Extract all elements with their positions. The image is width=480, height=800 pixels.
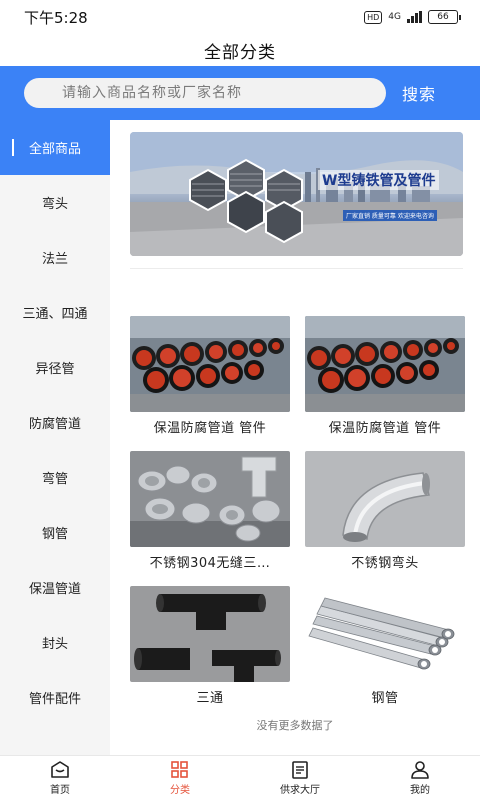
- bottom-tab-bar: 首页 分类 供求大厅 我的: [0, 755, 480, 800]
- sidebar-item-anticorrosion-pipe[interactable]: 防腐管道: [0, 395, 110, 450]
- status-indicators: HD 4G 66: [364, 10, 461, 24]
- title-bar: 全部分类: [0, 34, 480, 66]
- sidebar-item-label: 管件配件: [28, 692, 81, 707]
- battery-level: 66: [437, 12, 449, 22]
- main-content: W型铸铁管及管件 厂家直销 质量可靠 欢迎来电咨询 保温防腐管道 管件 保温防腐…: [110, 120, 480, 755]
- user-icon: [411, 760, 429, 779]
- no-more-data-text: 没有更多数据了: [256, 719, 334, 732]
- hd-badge: HD: [364, 10, 383, 24]
- sidebar-item-all-products[interactable]: 全部商品: [0, 120, 110, 175]
- search-button[interactable]: 搜索: [402, 81, 436, 105]
- document-icon: [292, 760, 308, 779]
- sidebar-item-steel-pipe[interactable]: 钢管: [0, 505, 110, 560]
- network-type: 4G: [388, 12, 401, 22]
- product-image: [305, 451, 465, 547]
- sidebar-item-label: 保温管道: [28, 582, 81, 597]
- sidebar-item-end-cap[interactable]: 封头: [0, 615, 110, 670]
- sidebar-item-reducer[interactable]: 异径管: [0, 340, 110, 395]
- tab-category[interactable]: 分类: [120, 756, 240, 800]
- product-card[interactable]: 钢管: [305, 586, 465, 714]
- sidebar-item-label: 弯管: [41, 472, 68, 487]
- sidebar-item-insulated-pipe[interactable]: 保温管道: [0, 560, 110, 615]
- sidebar-item-label: 全部商品: [28, 142, 81, 157]
- search-header: 搜索: [0, 66, 480, 120]
- sidebar-item-label: 三通、四通: [22, 307, 88, 322]
- search-input[interactable]: [24, 78, 386, 108]
- tab-label: 分类: [170, 784, 190, 796]
- tab-profile[interactable]: 我的: [360, 756, 480, 800]
- product-card[interactable]: 三通: [130, 586, 290, 714]
- banner-image: [130, 132, 463, 256]
- category-grid-icon: [171, 760, 188, 778]
- promo-banner[interactable]: W型铸铁管及管件 厂家直销 质量可靠 欢迎来电咨询: [130, 132, 463, 256]
- sidebar-item-label: 弯头: [41, 197, 68, 212]
- sidebar-item-label: 防腐管道: [28, 417, 81, 432]
- sidebar-item-label: 法兰: [41, 252, 68, 267]
- tab-label: 供求大厅: [280, 784, 320, 796]
- sidebar-item-elbow[interactable]: 弯头: [0, 175, 110, 230]
- product-name: 保温防腐管道 管件: [153, 420, 267, 436]
- sidebar-item-tee-cross[interactable]: 三通、四通: [0, 285, 110, 340]
- banner-title: W型铸铁管及管件: [318, 170, 440, 190]
- product-image: [305, 586, 465, 682]
- status-time: 下午5:28: [24, 8, 88, 27]
- banner-subtitle: 厂家直销 质量可靠 欢迎来电咨询: [343, 210, 437, 221]
- product-name: 不锈钢弯头: [351, 555, 419, 571]
- category-sidebar: 全部商品 弯头 法兰 三通、四通 异径管 防腐管道 弯管 钢管 保温管道 封头 …: [0, 120, 110, 755]
- product-name: 保温防腐管道 管件: [328, 420, 442, 436]
- signal-icon: [407, 11, 422, 23]
- tab-supply-demand[interactable]: 供求大厅: [240, 756, 360, 800]
- sidebar-item-bend-pipe[interactable]: 弯管: [0, 450, 110, 505]
- product-image: [130, 316, 290, 412]
- product-name: 钢管: [371, 690, 399, 706]
- product-name: 三通: [196, 690, 224, 706]
- product-image: [130, 451, 290, 547]
- home-icon: [51, 760, 69, 778]
- product-card[interactable]: 不锈钢304无缝三…: [130, 451, 290, 579]
- product-image: [305, 316, 465, 412]
- tab-label: 我的: [410, 784, 430, 796]
- divider: [130, 268, 463, 269]
- tab-home[interactable]: 首页: [0, 756, 120, 800]
- sidebar-item-fittings[interactable]: 管件配件: [0, 670, 110, 725]
- page-title: 全部分类: [204, 42, 276, 63]
- product-card[interactable]: 保温防腐管道 管件: [305, 316, 465, 444]
- tab-label: 首页: [50, 784, 70, 796]
- product-card[interactable]: 不锈钢弯头: [305, 451, 465, 579]
- product-name: 不锈钢304无缝三…: [149, 555, 271, 571]
- battery-icon: 66: [428, 10, 461, 24]
- sidebar-item-label: 钢管: [41, 527, 68, 542]
- sidebar-item-label: 异径管: [35, 362, 75, 377]
- product-card[interactable]: 保温防腐管道 管件: [130, 316, 290, 444]
- sidebar-item-flange[interactable]: 法兰: [0, 230, 110, 285]
- product-image: [130, 586, 290, 682]
- sidebar-item-label: 封头: [41, 637, 68, 652]
- product-grid: 保温防腐管道 管件 保温防腐管道 管件 不锈钢304无缝三… 不锈钢弯头 三通 …: [130, 316, 465, 714]
- status-bar: 下午5:28 HD 4G 66: [0, 0, 480, 34]
